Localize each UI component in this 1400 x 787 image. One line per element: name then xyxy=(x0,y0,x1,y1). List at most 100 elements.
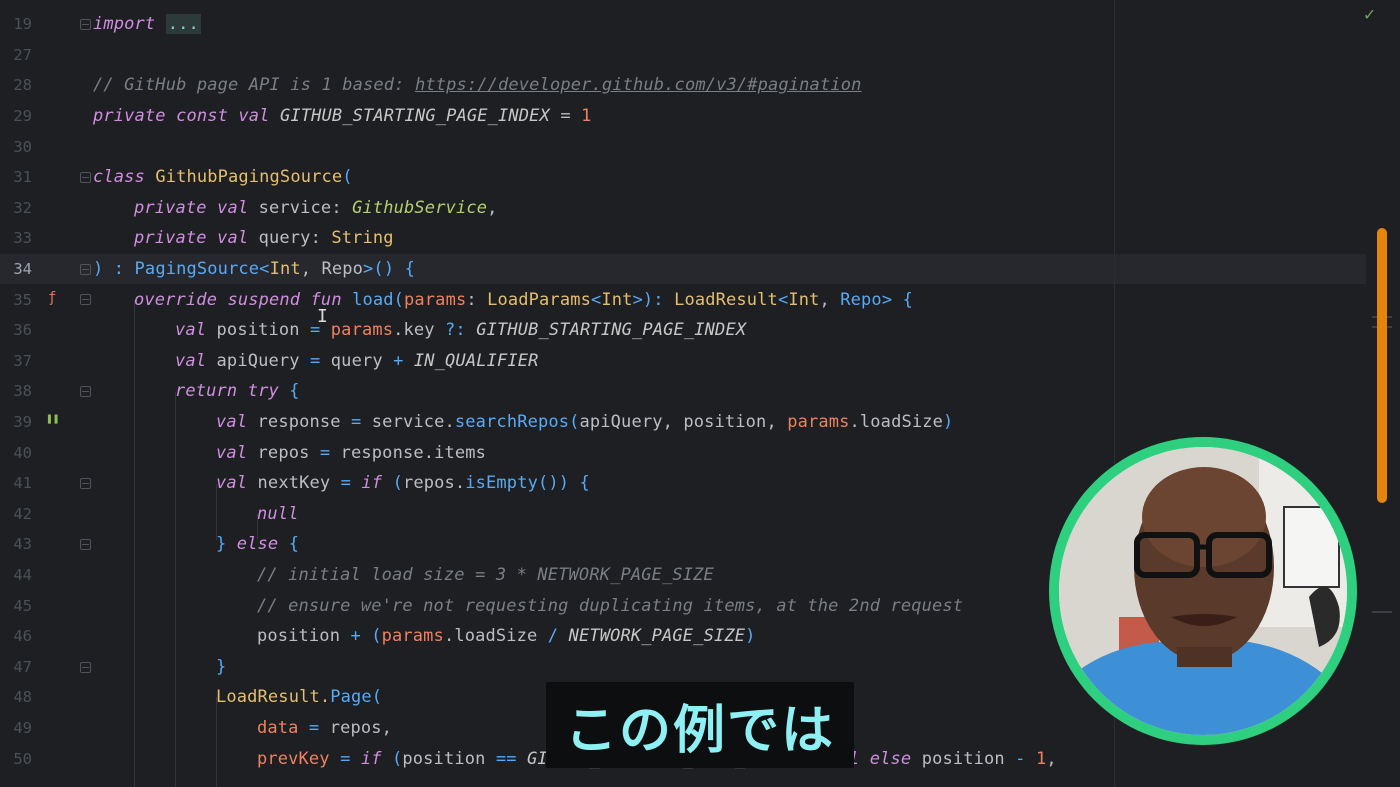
line-number[interactable]: 42 xyxy=(0,505,32,523)
line-number[interactable]: 49 xyxy=(0,719,32,737)
line-number[interactable]: 19 xyxy=(0,15,32,33)
line-number[interactable]: 45 xyxy=(0,597,32,615)
folded-imports[interactable]: ... xyxy=(165,14,201,35)
code-line[interactable]: 31 class GithubPagingSource( xyxy=(0,162,1366,193)
fold-toggle-icon[interactable] xyxy=(80,478,91,489)
code-token: // ensure we're not requesting duplicati… xyxy=(257,595,964,616)
code-line[interactable]: 38 return try { xyxy=(0,376,1366,407)
code-text[interactable]: null xyxy=(257,504,299,524)
code-token: .loadSize xyxy=(443,626,548,647)
code-text[interactable]: // initial load size = 3 * NETWORK_PAGE_… xyxy=(257,565,714,585)
line-number[interactable]: 29 xyxy=(0,107,32,125)
code-line[interactable]: 27 xyxy=(0,40,1366,71)
code-line[interactable]: 36 val position = params.key ?: GITHUB_ST… xyxy=(0,315,1366,346)
override-icon[interactable]: ƒ xyxy=(48,290,56,306)
pause-icon[interactable]: ❚❚ xyxy=(46,412,59,425)
fold-toggle-icon[interactable] xyxy=(80,661,91,673)
code-token: load xyxy=(352,289,394,310)
code-token: ( xyxy=(342,167,353,188)
code-token: / xyxy=(547,626,569,647)
code-text[interactable]: private val query: String xyxy=(134,228,394,248)
fold-toggle-icon[interactable] xyxy=(80,386,91,398)
line-number[interactable]: 47 xyxy=(0,658,32,676)
fold-toggle-icon[interactable] xyxy=(80,172,91,183)
fold-toggle-icon[interactable] xyxy=(80,263,91,275)
code-line[interactable]: 33 private val query: String xyxy=(0,223,1366,254)
fold-toggle-icon[interactable] xyxy=(80,19,91,30)
code-text[interactable]: val apiQuery = query + IN_QUALIFIER xyxy=(175,351,539,371)
code-token: query xyxy=(258,228,311,249)
line-number[interactable]: 44 xyxy=(0,566,32,584)
code-text[interactable]: val repos = response.items xyxy=(216,443,486,463)
line-number[interactable]: 30 xyxy=(0,138,32,156)
code-token: .key xyxy=(393,320,446,341)
code-text[interactable]: } xyxy=(216,657,226,677)
code-token: position xyxy=(216,320,300,341)
code-token: private val xyxy=(134,197,259,218)
fold-toggle-icon[interactable] xyxy=(80,539,91,551)
code-text[interactable]: position + (params.loadSize / NETWORK_PA… xyxy=(257,626,756,646)
code-text[interactable]: data = repos, xyxy=(257,718,392,738)
line-number[interactable]: 32 xyxy=(0,199,32,217)
code-text[interactable]: return try { xyxy=(175,381,300,401)
line-number[interactable]: 28 xyxy=(0,76,32,94)
code-text[interactable]: LoadResult.Page( xyxy=(216,687,382,707)
code-text[interactable]: private const val GITHUB_STARTING_PAGE_I… xyxy=(93,106,592,126)
code-line[interactable]: 32 private val service: GithubService, xyxy=(0,193,1366,224)
code-token: isEmpty xyxy=(465,473,538,494)
code-text[interactable]: // ensure we're not requesting duplicati… xyxy=(257,596,963,616)
code-text[interactable]: ) : PagingSource<Int, Repo>() { xyxy=(93,259,415,279)
code-token: { xyxy=(289,381,300,402)
line-number[interactable]: 33 xyxy=(0,229,32,247)
code-line[interactable]: 37 val apiQuery = query + IN_QUALIFIER xyxy=(0,346,1366,377)
code-token: apiQuery, position, xyxy=(579,412,788,433)
code-token: service. xyxy=(371,412,455,433)
code-line[interactable]: 19 import ... xyxy=(0,9,1366,40)
code-line[interactable]: 28 // GitHub page API is 1 based: https:/… xyxy=(0,70,1366,101)
code-token: >() { xyxy=(363,259,415,280)
line-number[interactable]: 34 xyxy=(0,260,32,278)
line-number[interactable]: 50 xyxy=(0,750,32,768)
code-token: ?: xyxy=(445,320,477,341)
code-token: Repo xyxy=(321,259,364,280)
code-line[interactable]: 34 ) : PagingSource<Int, Repo>() { xyxy=(0,253,1366,285)
line-number[interactable]: 37 xyxy=(0,352,32,370)
code-token: = xyxy=(340,412,372,433)
code-token: params xyxy=(381,626,444,647)
code-text[interactable]: // GitHub page API is 1 based: https://d… xyxy=(93,75,862,95)
code-text[interactable]: class GithubPagingSource( xyxy=(93,167,353,187)
line-number[interactable]: 36 xyxy=(0,321,32,339)
code-text[interactable]: import ... xyxy=(93,14,201,35)
code-text[interactable]: override suspend fun load(params: LoadPa… xyxy=(134,290,913,310)
line-number[interactable]: 41 xyxy=(0,474,32,492)
line-number[interactable]: 31 xyxy=(0,168,32,186)
code-token: ( xyxy=(393,289,405,310)
line-number[interactable]: 39 xyxy=(0,413,32,431)
code-token: String xyxy=(331,228,394,249)
code-line[interactable]: 39 val response = service.searchRepos(api… xyxy=(0,407,1366,438)
code-token: private val xyxy=(134,228,259,249)
code-line[interactable]: 35 override suspend fun load(params: Load… xyxy=(0,284,1366,315)
code-token: + ( xyxy=(350,626,382,647)
indent-guide xyxy=(216,697,217,787)
code-token: if xyxy=(360,748,393,769)
line-number[interactable]: 43 xyxy=(0,535,32,553)
fold-toggle-icon[interactable] xyxy=(80,294,91,306)
code-text[interactable]: val response = service.searchRepos(apiQu… xyxy=(216,412,953,432)
checkmark-icon[interactable]: ✓ xyxy=(1364,4,1375,25)
line-number[interactable]: 46 xyxy=(0,627,32,645)
line-number[interactable]: 40 xyxy=(0,444,32,462)
code-token: : xyxy=(466,289,488,310)
code-line[interactable]: 30 xyxy=(0,131,1366,162)
code-token: response.items xyxy=(340,442,487,463)
code-line[interactable]: 29 private const val GITHUB_STARTING_PAGE… xyxy=(0,101,1366,132)
vertical-scrollbar[interactable] xyxy=(1377,228,1387,503)
code-text[interactable]: val position = params.key ?: GITHUB_STAR… xyxy=(175,320,746,340)
line-number[interactable]: 48 xyxy=(0,688,32,706)
line-number[interactable]: 38 xyxy=(0,382,32,400)
code-token: https://developer.github.com/v3/#paginat… xyxy=(414,75,862,96)
line-number[interactable]: 27 xyxy=(0,46,32,64)
code-text[interactable]: private val service: GithubService, xyxy=(134,198,498,218)
code-text[interactable]: val nextKey = if (repos.isEmpty()) { xyxy=(216,473,590,493)
line-number[interactable]: 35 xyxy=(0,291,32,309)
